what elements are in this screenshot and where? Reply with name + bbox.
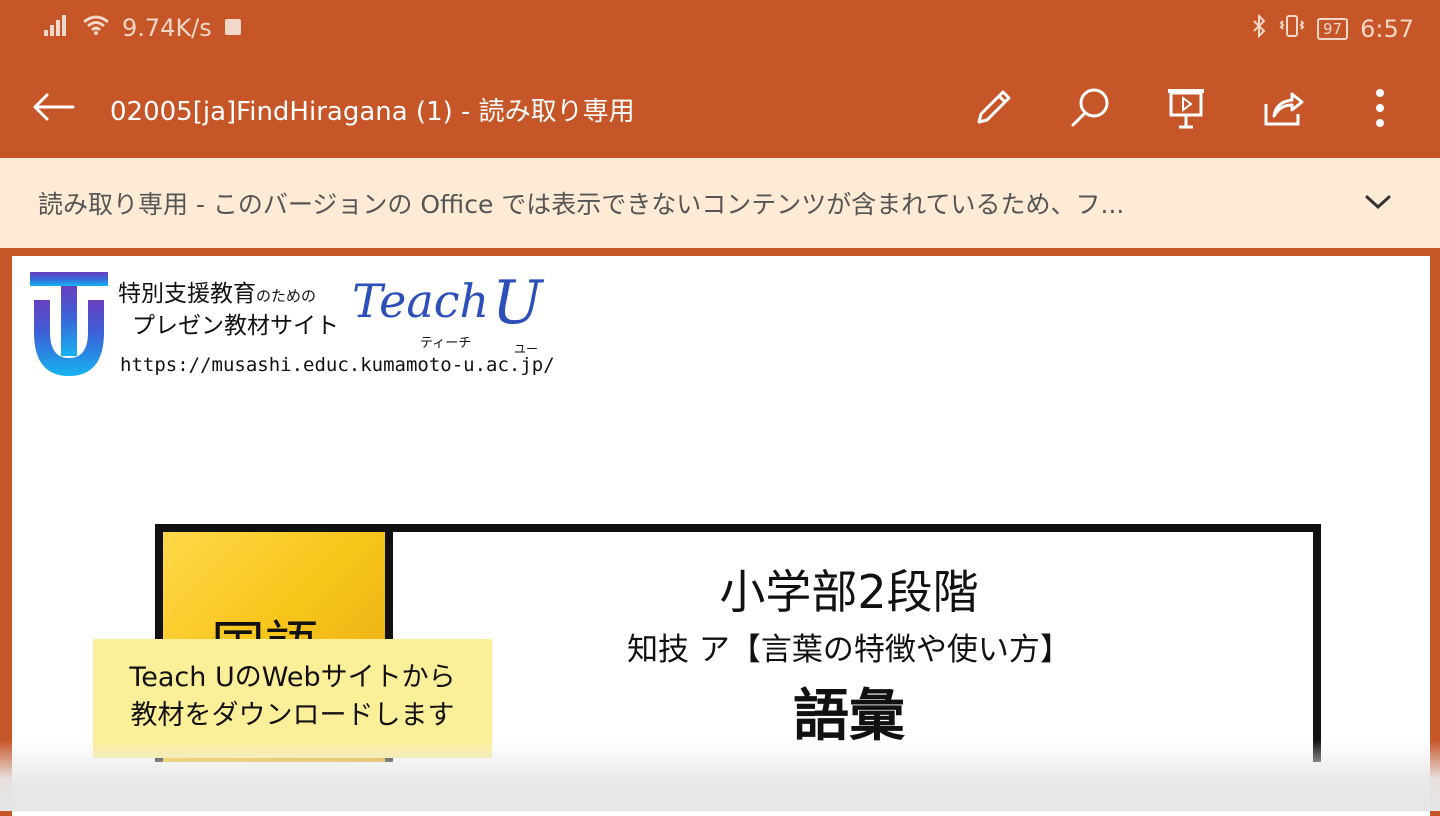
chevron-down-icon	[1364, 193, 1392, 215]
logo-text-line1: 特別支援教育のための	[118, 281, 317, 307]
search-icon	[1067, 85, 1113, 135]
logo-teach-kana: ティーチ	[420, 336, 472, 351]
search-button[interactable]	[1062, 82, 1118, 138]
back-arrow-icon	[31, 92, 75, 126]
logo-teach: Teach	[352, 274, 490, 328]
edit-button[interactable]	[965, 82, 1021, 138]
wifi-icon	[82, 14, 110, 42]
battery-indicator: 97	[1317, 18, 1349, 40]
present-button[interactable]	[1158, 82, 1214, 138]
bluetooth-icon	[1251, 13, 1267, 44]
signal-icon	[44, 14, 70, 42]
status-bar: 9.74K/s 97 6:57	[0, 0, 1440, 60]
clock: 6:57	[1360, 15, 1414, 43]
logo-url: https://musashi.educ.kumamoto-u.ac.jp/	[120, 354, 555, 376]
share-icon	[1260, 86, 1306, 134]
pencil-icon	[971, 86, 1015, 134]
logo-u: U	[492, 268, 543, 338]
more-icon	[1374, 88, 1386, 132]
network-speed: 9.74K/s	[122, 14, 212, 42]
title-topic: 知技 ア【言葉の特徴や使い方】	[627, 632, 1071, 668]
logo-text-small: のための	[256, 287, 317, 305]
read-only-notice[interactable]: 読み取り専用 - このバージョンの Office では表示できないコンテンツが含…	[0, 158, 1440, 248]
teachu-logo-icon	[30, 272, 108, 380]
title-grade: 小学部2段階	[719, 565, 979, 619]
document-title: 02005[ja]FindHiragana (1) - 読み取り専用	[110, 97, 635, 127]
logo-text-line2: プレゼン教材サイト	[132, 313, 339, 339]
present-icon	[1164, 85, 1208, 135]
caption-line2: 教材をダウンロードします	[130, 700, 455, 731]
app-bar: 02005[ja]FindHiragana (1) - 読み取り専用	[0, 60, 1440, 158]
bottom-fade	[0, 740, 1440, 811]
caption-line1: Teach UのWebサイトから	[129, 662, 456, 693]
title-content: 小学部2段階 知技 ア【言葉の特徴や使い方】 語彙	[393, 532, 1305, 752]
share-button[interactable]	[1255, 82, 1311, 138]
notice-text: 読み取り専用 - このバージョンの Office では表示できないコンテンツが含…	[38, 190, 1125, 219]
vibrate-icon	[1279, 14, 1305, 44]
more-options-button[interactable]	[1352, 82, 1408, 138]
notification-icon	[224, 14, 242, 42]
back-button[interactable]	[26, 84, 80, 134]
notice-expand-button[interactable]	[1356, 182, 1400, 226]
